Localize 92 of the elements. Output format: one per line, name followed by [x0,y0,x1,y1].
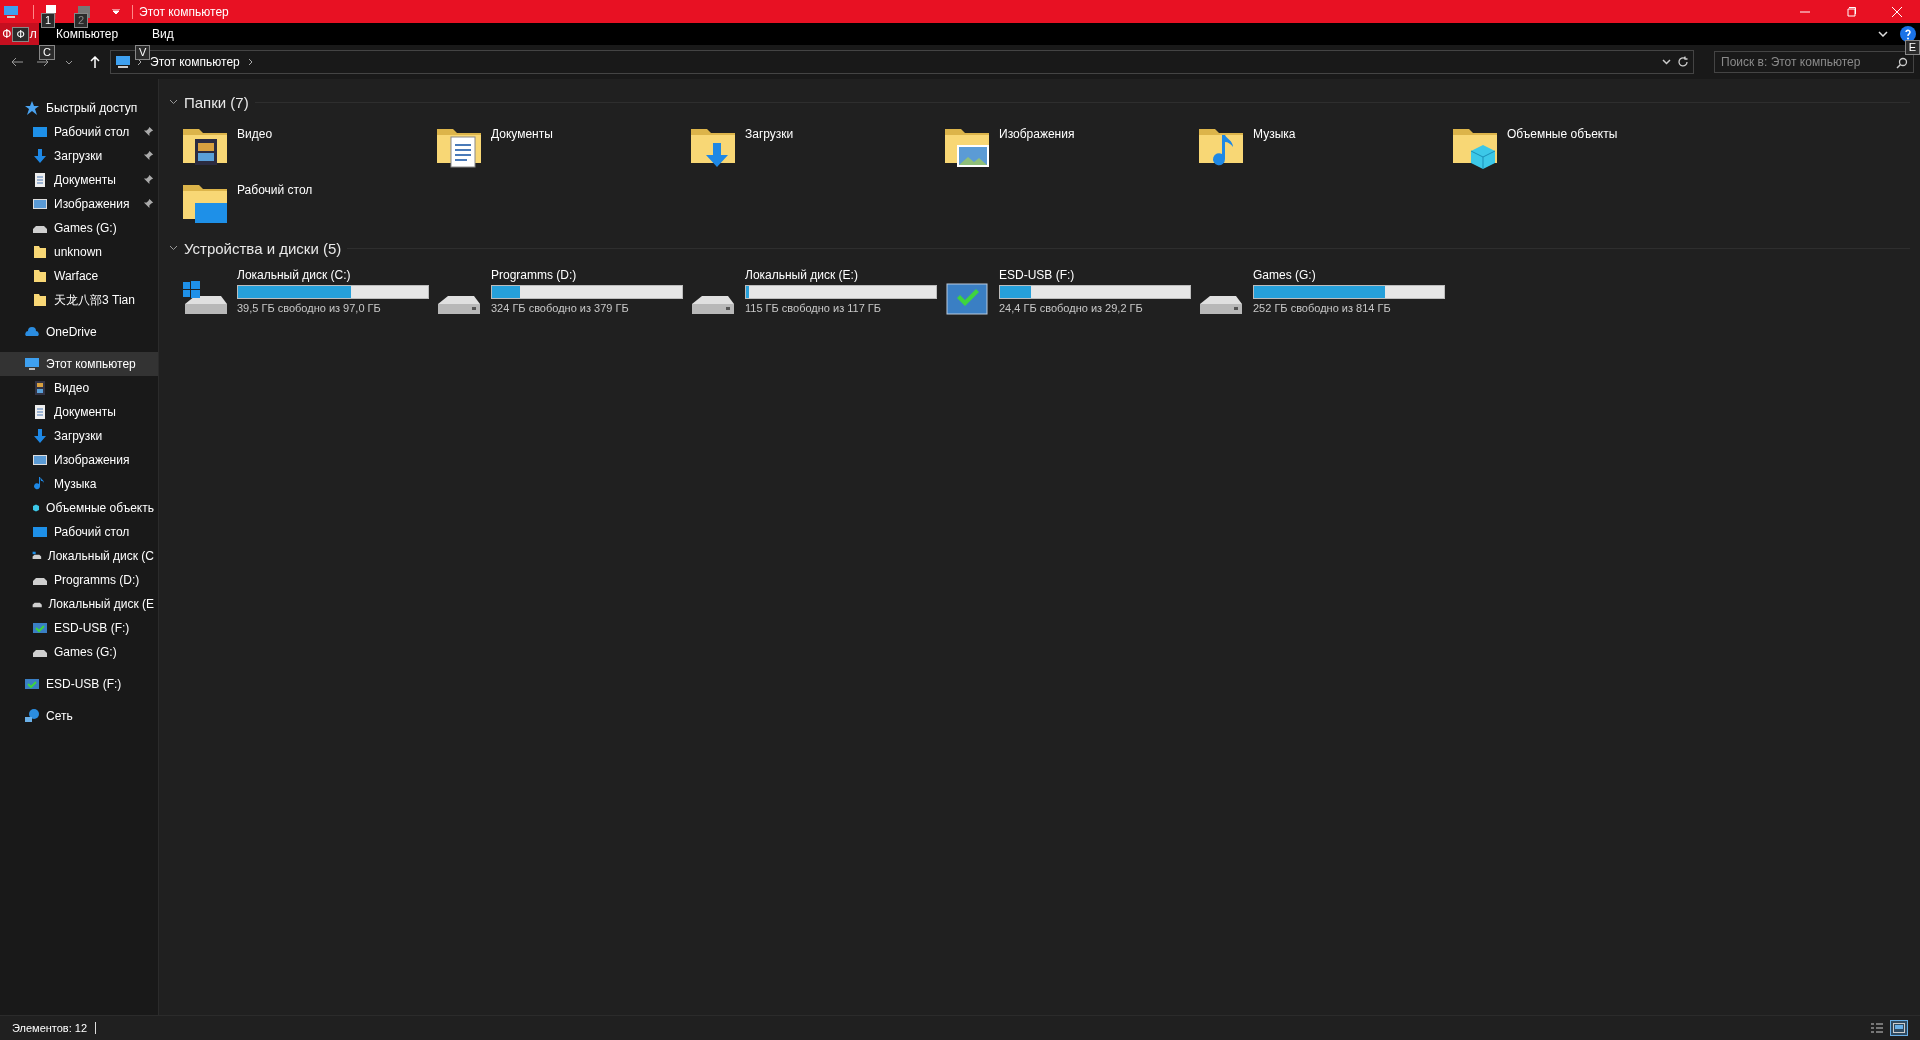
restore-icon[interactable] [1846,6,1856,17]
picture-icon [32,452,48,468]
sidebar-item[interactable]: Загрузки [0,424,158,448]
dropdown-icon[interactable] [112,8,120,15]
chevron-right-icon[interactable] [247,58,253,66]
section-header[interactable]: Устройства и диски (5) [184,239,342,257]
sidebar-item[interactable]: Документы [0,168,158,192]
sidebar-item[interactable]: Рабочий стол [0,520,158,544]
sidebar-item[interactable]: 天龙八部3 Tian [0,288,158,312]
breadcrumb[interactable]: Этот компьютер [148,55,242,69]
sidebar-item[interactable]: ESD-USB (F:) [0,672,158,696]
folder-name[interactable]: Изображения [999,121,1075,141]
drive-name[interactable]: Локальный диск (C:) [237,268,429,282]
monitor-icon [32,524,48,540]
monitor-icon [32,124,48,140]
drive-icon [691,295,735,315]
picture-icon [32,196,48,212]
sidebar-item[interactable]: Programms (D:) [0,568,158,592]
sidebar-item[interactable]: Видео [0,376,158,400]
usb-drive-icon [24,676,40,692]
chevron-down-icon[interactable] [65,59,73,65]
forward-arrow-icon[interactable] [37,57,49,67]
computer-icon [3,3,19,20]
free-space-text: 115 ГБ свободно из 117 ГБ [745,302,883,314]
sidebar-item[interactable]: Локальный диск (E [0,592,158,616]
film-icon [32,380,48,396]
network-icon [24,708,40,724]
key-tip: Ф [12,26,29,42]
search-icon [1896,57,1908,69]
sidebar-item[interactable]: unknown [0,240,158,264]
usb-drive-icon [32,620,48,636]
chevron-down-icon[interactable] [169,245,178,251]
free-space-text: 39,5 ГБ свободно из 97,0 ГБ [237,302,382,314]
folder-name[interactable]: Видео [237,121,273,141]
star-icon [24,100,40,116]
window-title: Этот компьютер [139,4,229,19]
search-field[interactable]: Поиск в: Этот компьютер [1714,51,1914,73]
key-tip: 2 [74,12,89,28]
sidebar-item[interactable]: Сеть [0,704,158,728]
free-space-text: 324 ГБ свободно из 379 ГБ [491,302,630,314]
refresh-icon[interactable] [1677,56,1689,68]
sidebar-item[interactable]: Изображения [0,192,158,216]
sidebar-item[interactable]: Документы [0,400,158,424]
computer-icon [24,356,40,372]
chevron-down-icon[interactable] [1662,59,1671,65]
sidebar-item[interactable]: Games (G:) [0,216,158,240]
drive-icon [437,295,481,315]
usb-drive-icon [946,283,988,315]
chevron-right-icon[interactable] [137,58,142,66]
sidebar-item[interactable]: ESD-USB (F:) [0,616,158,640]
sidebar-item[interactable]: Объемные объекть [0,496,158,520]
chevron-down-icon[interactable] [169,99,178,105]
large-icons-view-button[interactable] [1890,1020,1908,1036]
folder-name[interactable]: Объемные объекты [1507,121,1618,141]
sidebar-item[interactable]: OneDrive [0,320,158,344]
drive-name[interactable]: ESD-USB (F:) [999,268,1191,282]
down-arrow-icon [32,428,48,444]
document-icon [32,404,48,420]
document-icon [32,172,48,188]
back-arrow-icon[interactable] [11,57,23,67]
status-text: Элементов: 12 [12,1022,88,1034]
drive-icon [182,280,228,315]
drive-name[interactable]: Локальный диск (E:) [745,268,937,282]
free-space-text: 24,4 ГБ свободно из 29,2 ГБ [999,302,1144,314]
key-tip: V [135,45,151,60]
sidebar-item[interactable]: Games (G:) [0,640,158,664]
folder-name[interactable]: Загрузки [745,121,794,141]
folder-name[interactable]: Документы [491,121,553,141]
up-arrow-icon[interactable] [90,56,100,68]
key-tip: 1 [41,12,56,28]
drive-name[interactable]: Games (G:) [1253,268,1445,282]
sidebar-item[interactable]: Быстрый доступ [0,96,158,120]
sidebar-item[interactable]: Изображения [0,448,158,472]
key-tip: E [1904,40,1920,55]
drive-name[interactable]: Programms (D:) [491,268,683,282]
drive-icon [1199,295,1243,315]
sidebar-item[interactable]: Рабочий стол [0,120,158,144]
folder-name[interactable]: Музыка [1253,121,1296,141]
sidebar-item[interactable]: Warface [0,264,158,288]
ribbon-tab[interactable]: Вид [135,23,191,45]
details-view-button[interactable] [1868,1020,1886,1036]
free-space-text: 252 ГБ свободно из 814 ГБ [1253,302,1392,314]
sidebar-item[interactable]: Загрузки [0,144,158,168]
down-arrow-icon [32,148,48,164]
computer-icon [115,55,131,69]
key-tip: C [39,45,55,60]
sidebar-item[interactable]: Локальный диск (C [0,544,158,568]
folder-name[interactable]: Рабочий стол [237,177,313,197]
sidebar-item[interactable]: Музыка [0,472,158,496]
sidebar-item[interactable]: Этот компьютер [0,352,158,376]
close-icon[interactable] [1892,6,1902,17]
section-header[interactable]: Папки (7) [184,93,249,111]
